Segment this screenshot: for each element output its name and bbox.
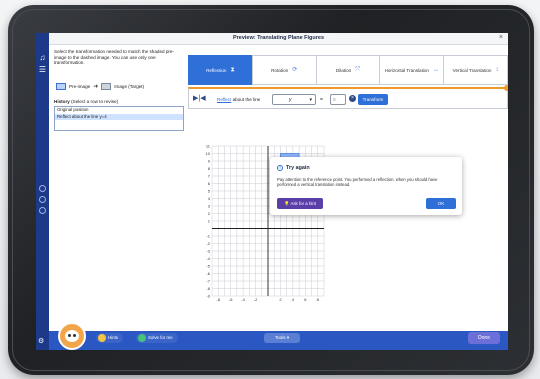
x-tick-label: -4 bbox=[241, 297, 245, 302]
tools-button[interactable]: Tools ▾ bbox=[264, 333, 300, 343]
y-tick-label: -7 bbox=[206, 278, 210, 283]
dilation-icon: ⤧ bbox=[355, 66, 361, 73]
y-tick-label: 1 bbox=[208, 218, 211, 223]
ask-hint-button[interactable]: 💡 Ask for a hint bbox=[277, 198, 323, 209]
title-bar: Preview: Translating Plane Figures × bbox=[49, 33, 508, 45]
hints-button[interactable]: Hints bbox=[96, 333, 124, 343]
reflect-line-icon: ▶|◀ bbox=[193, 95, 206, 102]
active-indicator bbox=[504, 85, 508, 91]
y-tick-label: -6 bbox=[206, 271, 210, 276]
equals-sign: = bbox=[320, 97, 323, 103]
headphones-icon[interactable]: ♫ bbox=[38, 53, 47, 62]
tab-rotation[interactable]: Rotation ⟳ bbox=[251, 55, 316, 85]
horizontal-translation-icon: ↔ bbox=[433, 66, 439, 73]
feedback-message: Pay attention to the reference point. Yo… bbox=[277, 177, 438, 188]
y-tick-label: 11 bbox=[206, 143, 211, 148]
y-tick-label: 8 bbox=[208, 166, 211, 171]
y-tick-label: 10 bbox=[206, 151, 211, 156]
y-tick-label: 3 bbox=[208, 203, 211, 208]
ok-button[interactable]: OK bbox=[426, 198, 456, 209]
line-variable-select[interactable]: y ▾ bbox=[272, 94, 316, 105]
y-tick-label: 2 bbox=[208, 211, 211, 216]
line-value-input[interactable]: 0 bbox=[330, 94, 346, 105]
legend: Pre-image ➜ Image (Target) bbox=[56, 81, 144, 91]
tab-horizontal-translation[interactable]: Horizontal Translation ↔ bbox=[379, 55, 444, 85]
check-icon bbox=[138, 334, 146, 342]
gear-icon[interactable]: ⚙ bbox=[38, 337, 44, 345]
y-tick-label: -5 bbox=[206, 263, 210, 268]
transformation-tabs: Reflection ⧗ Rotation ⟳ Dilation ⤧ Horiz… bbox=[188, 55, 508, 85]
left-rail: ♫ ☰ ⚙ bbox=[36, 33, 49, 350]
pre-image-swatch bbox=[56, 82, 66, 90]
y-tick-label: -1 bbox=[206, 233, 210, 238]
solve-for-me-button[interactable]: Solve for me bbox=[136, 333, 178, 343]
history-list: Original position Reflect about the line… bbox=[54, 106, 184, 131]
rail-toggle-icon[interactable] bbox=[39, 196, 46, 203]
tab-reflection[interactable]: Reflection ⧗ bbox=[188, 55, 252, 85]
done-button[interactable]: Done bbox=[468, 332, 500, 344]
tab-dilation[interactable]: Dilation ⤧ bbox=[315, 55, 380, 85]
vertical-translation-icon: ↕ bbox=[495, 66, 499, 73]
notes-icon[interactable]: ☰ bbox=[38, 65, 47, 74]
transform-button[interactable]: Transform bbox=[358, 94, 388, 105]
owl-face-icon bbox=[65, 330, 79, 342]
y-tick-label: -4 bbox=[206, 256, 210, 261]
scene: ♫ ☰ ⚙ Preview: Translating Plane Figures… bbox=[0, 0, 540, 379]
y-tick-label: -2 bbox=[206, 241, 210, 246]
x-tick-label: -8 bbox=[216, 297, 220, 302]
history-label: History (Select a row to revise) bbox=[54, 99, 119, 104]
y-tick-label: -9 bbox=[206, 293, 210, 298]
reflect-controls: ▶|◀ Reflect about the line y ▾ = 0 × Tra… bbox=[188, 85, 508, 109]
info-icon: ! bbox=[277, 165, 283, 171]
reflect-label: Reflect about the line bbox=[217, 97, 261, 102]
rail-toggle-icon[interactable] bbox=[39, 207, 46, 214]
feedback-title: ! Try again bbox=[277, 165, 310, 171]
x-tick-label: 8 bbox=[317, 297, 320, 302]
arrow-right-icon: ➜ bbox=[93, 83, 99, 90]
x-tick-label: 4 bbox=[292, 297, 295, 302]
y-tick-label: 5 bbox=[208, 188, 211, 193]
image-label: Image (Target) bbox=[114, 83, 145, 89]
x-tick-label: -2 bbox=[254, 297, 258, 302]
x-tick-label: 6 bbox=[304, 297, 307, 302]
instructions-text: Select the transformation needed to matc… bbox=[54, 49, 175, 66]
y-tick-label: -3 bbox=[206, 248, 210, 253]
x-tick-label: 2 bbox=[279, 297, 282, 302]
history-item-selected[interactable]: Reflect about the line y=4 bbox=[55, 113, 183, 120]
y-tick-label: 7 bbox=[208, 173, 211, 178]
pre-image-label: Pre-image bbox=[69, 83, 91, 89]
rail-toggle-icon[interactable] bbox=[39, 185, 46, 192]
y-tick-label: 6 bbox=[208, 181, 211, 186]
reflection-icon: ⧗ bbox=[230, 66, 235, 73]
close-icon[interactable]: × bbox=[499, 34, 503, 41]
lightbulb-icon bbox=[98, 334, 106, 342]
tab-vertical-translation[interactable]: Vertical Translation ↕ bbox=[443, 55, 508, 85]
window-title: Preview: Translating Plane Figures bbox=[232, 35, 325, 41]
y-tick-label: 9 bbox=[208, 158, 211, 163]
x-tick-label: -6 bbox=[229, 297, 233, 302]
rotation-icon: ⟳ bbox=[292, 66, 298, 73]
feedback-dialog: ! Try again Pay attention to the referen… bbox=[270, 157, 462, 215]
clear-icon[interactable]: × bbox=[349, 95, 356, 102]
image-swatch bbox=[101, 82, 112, 90]
y-tick-label: 4 bbox=[208, 196, 211, 201]
app-screen: ♫ ☰ ⚙ Preview: Translating Plane Figures… bbox=[36, 33, 508, 350]
avatar[interactable] bbox=[58, 322, 86, 350]
y-tick-label: -8 bbox=[206, 286, 210, 291]
chevron-down-icon: ▾ bbox=[309, 97, 312, 103]
